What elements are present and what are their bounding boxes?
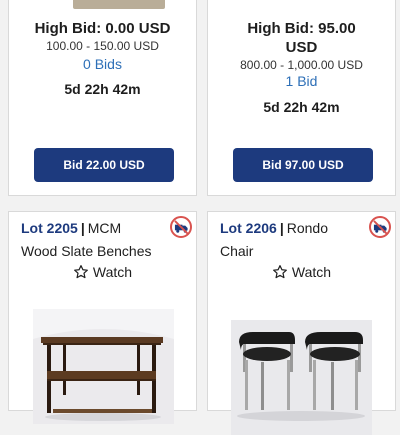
bid-count[interactable]: 1 Bid [208, 73, 395, 89]
time-left: 5d 22h 42m [64, 81, 141, 97]
lot-separator: | [279, 220, 284, 236]
estimate: 800.00 - 1,000.00 USD [240, 58, 363, 72]
lot-photo[interactable] [231, 320, 372, 435]
high-bid: High Bid: 0.00 USD [34, 20, 171, 37]
lot-title-continued[interactable]: Wood Slate Benches [21, 243, 152, 259]
bid-button[interactable]: Bid 22.00 USD [34, 148, 174, 182]
bid-button[interactable]: Bid 97.00 USD [233, 148, 373, 182]
watch-label: Watch [92, 264, 133, 280]
lot-photo[interactable] [33, 309, 174, 424]
lot-title[interactable]: MCM [88, 220, 121, 236]
lot-image[interactable] [73, 0, 165, 9]
watch-button[interactable]: Watch [208, 264, 395, 280]
lot-title[interactable]: Rondo [287, 220, 328, 236]
high-bid-currency: USD [285, 39, 318, 56]
estimate: 100.00 - 150.00 USD [46, 39, 159, 53]
lot-card-2206[interactable]: Lot 2206 | Rondo Chair Watch [207, 211, 396, 435]
lot-card-prev-2[interactable]: High Bid: 95.00 USD 800.00 - 1,000.00 US… [207, 0, 396, 196]
lot-card-prev-1[interactable]: High Bid: 0.00 USD 100.00 - 150.00 USD 0… [8, 0, 197, 196]
star-outline-icon [272, 265, 287, 279]
bid-count[interactable]: 0 Bids [9, 56, 196, 72]
lot-card-2205[interactable]: Lot 2205 | MCM Wood Slate Benches Watch [8, 211, 197, 424]
lot-number[interactable]: Lot 2206 [220, 220, 277, 236]
lot-title-continued[interactable]: Chair [220, 243, 253, 259]
watch-label: Watch [291, 264, 332, 280]
lot-header[interactable]: Lot 2206 | Rondo [220, 220, 328, 236]
time-left: 5d 22h 42m [263, 99, 340, 115]
star-outline-icon [73, 265, 88, 279]
lot-number[interactable]: Lot 2205 [21, 220, 78, 236]
no-shipping-icon [369, 216, 391, 238]
lot-separator: | [80, 220, 85, 236]
high-bid: High Bid: 95.00 [247, 20, 356, 37]
watch-button[interactable]: Watch [9, 264, 196, 280]
lot-header[interactable]: Lot 2205 | MCM [21, 220, 121, 236]
no-shipping-icon [170, 216, 192, 238]
